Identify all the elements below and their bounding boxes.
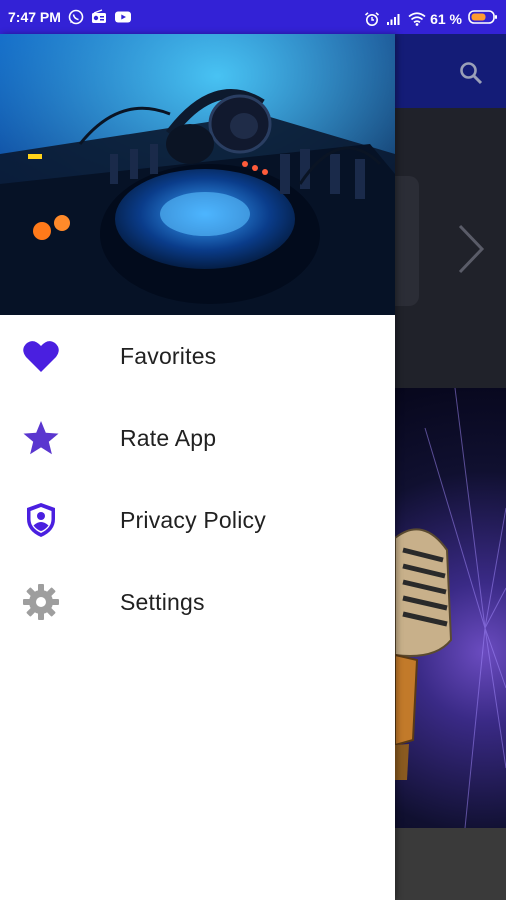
menu-item-privacy-policy[interactable]: Privacy Policy bbox=[0, 479, 395, 561]
menu-item-rate-app[interactable]: Rate App bbox=[0, 397, 395, 479]
heart-icon bbox=[22, 337, 60, 375]
background-bottom-bar bbox=[395, 828, 506, 900]
menu-label-privacy-policy: Privacy Policy bbox=[120, 506, 266, 533]
youtube-icon bbox=[114, 9, 131, 25]
chevron-right-icon[interactable] bbox=[454, 222, 488, 276]
menu-item-favorites[interactable]: Favorites bbox=[0, 315, 395, 397]
background-app-bar bbox=[395, 34, 506, 108]
menu-item-settings[interactable]: Settings bbox=[0, 561, 395, 643]
gear-icon bbox=[22, 583, 60, 621]
signal-icon bbox=[386, 11, 402, 27]
menu-label-rate-app: Rate App bbox=[120, 424, 217, 451]
battery-percent: 61 % bbox=[430, 10, 462, 27]
microphone-illustration bbox=[394, 520, 455, 780]
background-banner-card bbox=[395, 176, 419, 306]
status-right: 61 % bbox=[364, 9, 498, 28]
shield-person-icon bbox=[22, 501, 60, 539]
status-left: 7:47 PM bbox=[8, 9, 131, 25]
navigation-drawer: Favorites Rate App Privacy Policy Settin… bbox=[0, 34, 395, 900]
alarm-icon bbox=[364, 11, 380, 27]
whatsapp-icon bbox=[68, 9, 84, 25]
wifi-icon bbox=[408, 11, 426, 27]
status-time: 7:47 PM bbox=[8, 9, 61, 25]
search-icon[interactable] bbox=[458, 60, 484, 86]
status-bar: 7:47 PM 61 % bbox=[0, 0, 506, 34]
menu-label-favorites: Favorites bbox=[120, 342, 217, 369]
battery-icon bbox=[468, 9, 498, 28]
menu-label-settings: Settings bbox=[120, 588, 205, 615]
radio-icon bbox=[91, 9, 107, 25]
drawer-header-image bbox=[0, 34, 395, 315]
drawer-menu: Favorites Rate App Privacy Policy Settin… bbox=[0, 315, 395, 643]
star-icon bbox=[22, 419, 60, 457]
